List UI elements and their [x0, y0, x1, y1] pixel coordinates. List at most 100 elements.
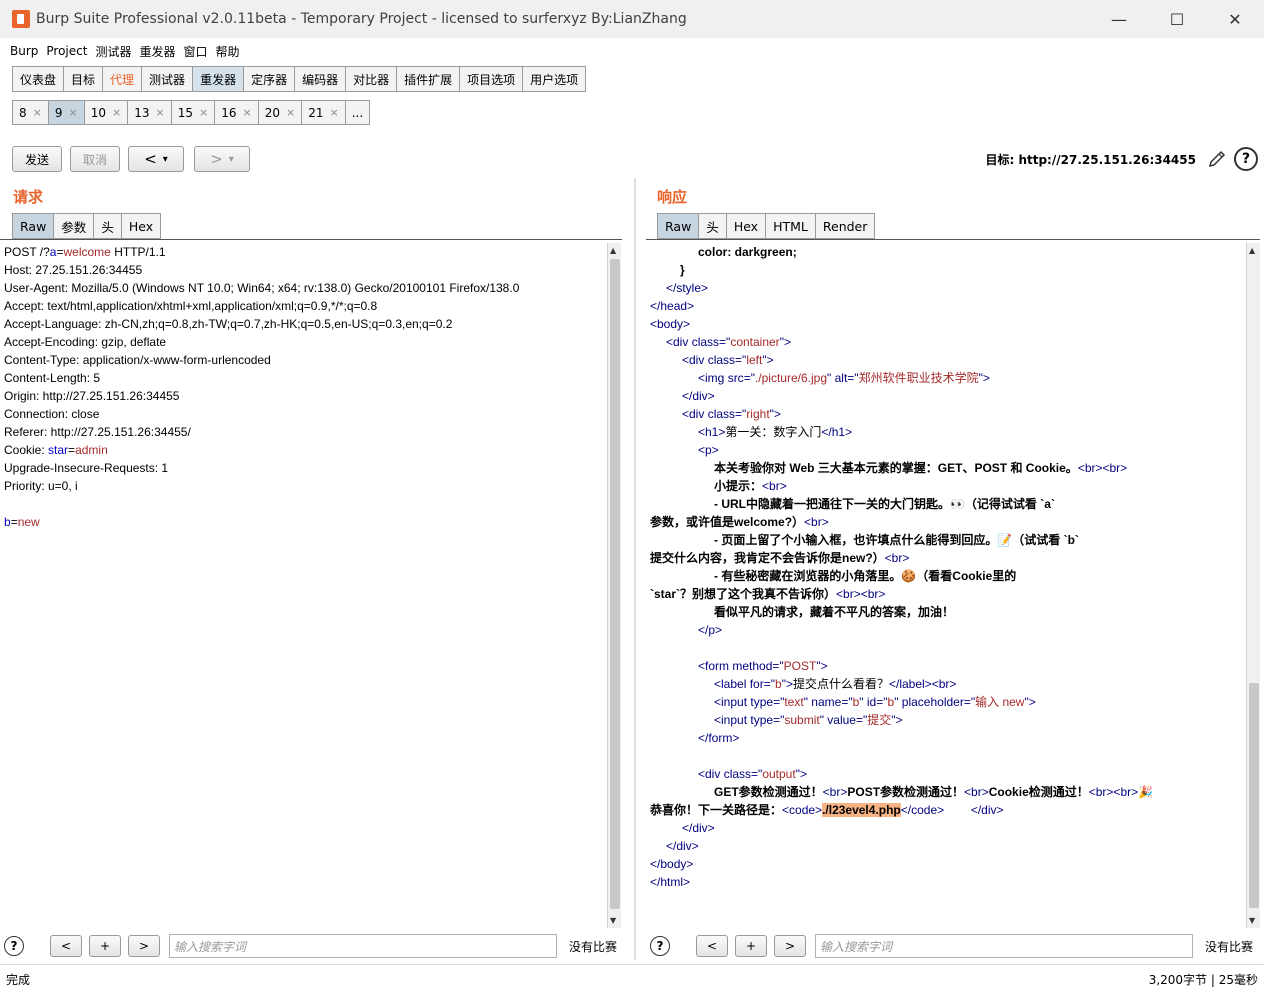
request-line: Accept-Language: zh-CN,zh;q=0.8,zh-TW;q=… — [4, 317, 453, 331]
tab-proxy[interactable]: 代理 — [102, 66, 142, 92]
request-line: Content-Type: application/x-www-form-url… — [4, 353, 271, 367]
request-line: Cookie: star=admin — [4, 443, 108, 457]
minimize-button[interactable]: — — [1090, 0, 1148, 38]
scrollbar-thumb[interactable] — [610, 259, 620, 909]
tab-project-options[interactable]: 项目选项 — [459, 66, 523, 92]
repeater-tab[interactable]: 20 × — [257, 100, 302, 125]
response-editor[interactable]: color: darkgreen; } </style> </head> <bo… — [650, 243, 1246, 928]
forward-button[interactable]: > ▾ — [194, 146, 250, 172]
close-icon[interactable]: × — [243, 106, 252, 119]
response-search-input[interactable]: 输入搜索字词 — [815, 934, 1193, 958]
response-line: 参数，或许值是welcome?）<br> — [650, 515, 829, 529]
split-divider[interactable] — [634, 178, 636, 960]
repeater-tab[interactable]: 8 × — [12, 100, 48, 125]
repeater-tab-more[interactable]: ... — [344, 100, 371, 125]
close-icon[interactable]: × — [69, 106, 78, 119]
status-bar: 完成 3,200字节 | 25毫秒 — [0, 964, 1264, 992]
scroll-up-icon[interactable]: ▲ — [610, 246, 616, 255]
response-tab-raw[interactable]: Raw — [657, 213, 699, 239]
scroll-down-icon[interactable]: ▼ — [610, 916, 616, 925]
scroll-up-icon[interactable]: ▲ — [1249, 246, 1255, 255]
repeater-tab[interactable]: 13 × — [127, 100, 171, 125]
search-prev-button[interactable]: < — [696, 935, 728, 957]
send-button[interactable]: 发送 — [12, 146, 62, 172]
response-tab-hex[interactable]: Hex — [725, 213, 766, 239]
request-tab-params[interactable]: 参数 — [53, 213, 94, 239]
tab-decoder[interactable]: 编码器 — [294, 66, 346, 92]
tab-comparer[interactable]: 对比器 — [345, 66, 397, 92]
menu-project[interactable]: Project — [46, 44, 87, 58]
response-tab-render[interactable]: Render — [814, 213, 876, 239]
response-line: 恭喜你！下一关路径是：<code>./l23evel4.php</code> <… — [650, 803, 1004, 817]
repeater-tab[interactable]: 21 × — [301, 100, 345, 125]
menu-intruder[interactable]: 测试器 — [95, 43, 131, 60]
back-button[interactable]: < ▾ — [128, 146, 184, 172]
close-icon[interactable]: × — [156, 106, 165, 119]
response-line: </style> — [666, 281, 709, 295]
tab-target[interactable]: 目标 — [63, 66, 103, 92]
repeater-tab-label: 13 — [134, 105, 150, 120]
cancel-button[interactable]: 取消 — [70, 146, 120, 172]
response-line: </div> — [682, 821, 715, 835]
repeater-tab-label: 20 — [264, 105, 280, 120]
close-icon[interactable]: × — [330, 106, 339, 119]
close-button[interactable]: ✕ — [1206, 0, 1264, 38]
request-tab-raw[interactable]: Raw — [12, 213, 54, 239]
close-icon[interactable]: × — [199, 106, 208, 119]
help-icon[interactable]: ? — [1234, 147, 1258, 171]
search-add-button[interactable]: + — [735, 935, 767, 957]
tab-intruder[interactable]: 测试器 — [141, 66, 193, 92]
response-search-bar: ? < + > 输入搜索字词 没有比赛 — [650, 933, 1253, 959]
search-next-button[interactable]: > — [128, 935, 160, 957]
request-tab-headers[interactable]: 头 — [93, 213, 121, 239]
request-title: 请求 — [13, 188, 44, 206]
menu-help[interactable]: 帮助 — [216, 43, 240, 60]
menu-burp[interactable]: Burp — [10, 44, 38, 58]
response-tab-headers[interactable]: 头 — [698, 213, 726, 239]
response-tab-html[interactable]: HTML — [765, 213, 815, 239]
request-line: Referer: http://27.25.151.26:34455/ — [4, 425, 191, 439]
menu-window[interactable]: 窗口 — [183, 43, 207, 60]
search-prev-button[interactable]: < — [50, 935, 82, 957]
pencil-icon[interactable] — [1206, 148, 1228, 170]
repeater-tab[interactable]: 9 × — [47, 100, 84, 125]
chevron-right-icon: > — [210, 150, 223, 168]
response-line: 小提示：<br> — [714, 479, 787, 493]
request-tab-hex[interactable]: Hex — [120, 213, 162, 239]
response-line: <body> — [650, 317, 691, 331]
tab-extender[interactable]: 插件扩展 — [396, 66, 460, 92]
tab-repeater[interactable]: 重发器 — [192, 66, 244, 92]
close-icon[interactable]: × — [286, 106, 295, 119]
repeater-tab[interactable]: 10 × — [83, 100, 128, 125]
repeater-tab-label: 10 — [90, 105, 106, 120]
tab-dashboard[interactable]: 仪表盘 — [12, 66, 64, 92]
response-line: </body> — [650, 857, 694, 871]
response-line: GET参数检测通过！<br>POST参数检测通过！<br>Cookie检测通过！… — [714, 785, 1154, 799]
help-icon[interactable]: ? — [650, 936, 670, 956]
close-icon[interactable]: × — [112, 106, 121, 119]
repeater-tab-label: 15 — [177, 105, 193, 120]
close-icon[interactable]: × — [33, 106, 42, 119]
repeater-tab[interactable]: 16 × — [214, 100, 258, 125]
scroll-down-icon[interactable]: ▼ — [1249, 916, 1255, 925]
scrollbar-thumb[interactable] — [1249, 683, 1259, 908]
response-line: </form> — [698, 731, 740, 745]
request-scrollbar[interactable]: ▲ ▼ — [607, 243, 621, 928]
response-line: <img src="./picture/6.jpg" alt="郑州软件职业技术… — [698, 371, 990, 385]
response-scrollbar[interactable]: ▲ ▼ — [1246, 243, 1260, 928]
help-icon[interactable]: ? — [4, 936, 24, 956]
response-line: </head> — [650, 299, 695, 313]
request-search-input[interactable]: 输入搜索字词 — [169, 934, 557, 958]
search-next-button[interactable]: > — [774, 935, 806, 957]
request-line: Priority: u=0, i — [4, 479, 78, 493]
menu-repeater[interactable]: 重发器 — [139, 43, 175, 60]
request-editor[interactable]: POST /?a=welcome HTTP/1.1 Host: 27.25.15… — [4, 243, 606, 928]
response-line: <h1>第一关：数字入门</h1> — [698, 425, 853, 439]
maximize-button[interactable]: ☐ — [1148, 0, 1206, 38]
repeater-tab[interactable]: 15 × — [170, 100, 215, 125]
response-line — [650, 639, 1246, 657]
tab-sequencer[interactable]: 定序器 — [243, 66, 295, 92]
search-add-button[interactable]: + — [89, 935, 121, 957]
tab-user-options[interactable]: 用户选项 — [522, 66, 587, 92]
request-line — [4, 495, 606, 513]
